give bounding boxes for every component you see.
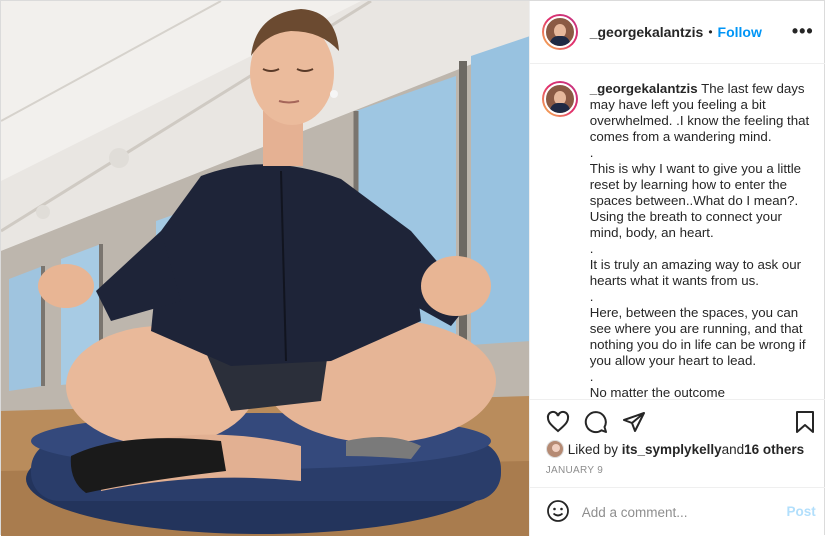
likes-others-link[interactable]: 16 others xyxy=(744,442,804,457)
post-date[interactable]: JANUARY 9 xyxy=(546,465,603,476)
caption-text: The last few days may have left you feel… xyxy=(589,81,810,399)
post-caption: _georgekalantzis The last few days may h… xyxy=(590,81,812,399)
caption-username[interactable]: _georgekalantzis xyxy=(590,81,698,96)
liker-username[interactable]: its_symplykelly xyxy=(622,442,722,457)
emoji-icon[interactable] xyxy=(546,499,570,526)
likes-prefix: Liked by xyxy=(567,441,619,457)
caption-author-avatar[interactable] xyxy=(541,81,578,117)
meditation-photo xyxy=(1,1,529,536)
liker-avatar[interactable] xyxy=(545,440,564,458)
comment-bar: Post xyxy=(529,487,825,536)
post-photo[interactable] xyxy=(1,1,529,536)
comment-input[interactable] xyxy=(581,504,782,520)
header-separator: • xyxy=(708,25,713,39)
share-icon[interactable] xyxy=(622,410,646,434)
likes-summary: Liked by its_symplykelly and 16 others xyxy=(545,440,804,458)
bookmark-icon[interactable] xyxy=(794,410,816,434)
likes-middle: and xyxy=(721,441,745,457)
follow-button[interactable]: Follow xyxy=(718,24,762,40)
author-avatar[interactable] xyxy=(541,14,578,50)
comment-icon[interactable] xyxy=(584,410,608,434)
heart-icon[interactable] xyxy=(546,410,570,434)
post-header: _georgekalantzis • Follow ••• xyxy=(529,1,825,64)
post-comment-button[interactable]: Post xyxy=(786,504,815,519)
caption-section: _georgekalantzis The last few days may h… xyxy=(530,64,825,399)
post-sidebar: _georgekalantzis • Follow ••• _georgekal… xyxy=(528,1,825,536)
author-username[interactable]: _georgekalantzis xyxy=(590,24,704,40)
more-options-icon[interactable]: ••• xyxy=(792,22,814,40)
instagram-post: _georgekalantzis • Follow ••• _georgekal… xyxy=(0,0,825,536)
actions-section: Liked by its_symplykelly and 16 others J… xyxy=(529,399,825,487)
